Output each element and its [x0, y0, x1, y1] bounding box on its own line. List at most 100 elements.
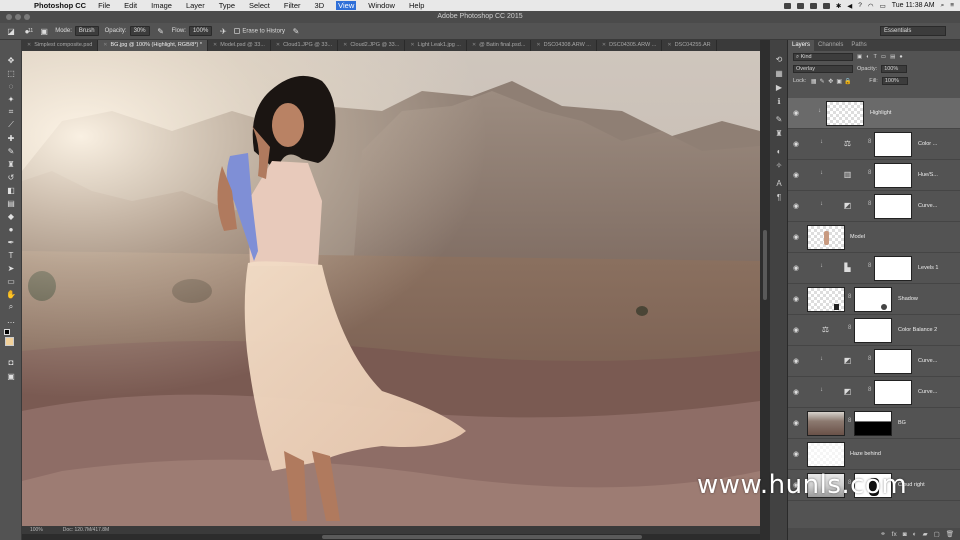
styles-panel-icon[interactable]: ✧	[774, 160, 784, 170]
link-chain-icon[interactable]: 8	[868, 263, 871, 269]
flow-field[interactable]: 100%	[188, 26, 213, 36]
vertical-scrollbar[interactable]	[760, 40, 770, 540]
crop-tool-icon[interactable]: ⌗	[5, 106, 17, 118]
stamp-tool-icon[interactable]: ♜	[5, 158, 17, 170]
layer-mask-thumbnail[interactable]	[854, 287, 892, 312]
brush-panel-toggle-icon[interactable]: ▣	[39, 26, 49, 36]
history-brush-tool-icon[interactable]: ↺	[5, 171, 17, 183]
layer-mask-thumbnail[interactable]	[874, 132, 912, 157]
filter-pixel-icon[interactable]: ▣	[857, 54, 862, 60]
opacity-field[interactable]: 30%	[129, 26, 150, 36]
close-icon[interactable]: ✕	[276, 40, 280, 51]
actions-panel-icon[interactable]: ▶	[774, 82, 784, 92]
hand-tool-icon[interactable]: ✋	[5, 288, 17, 300]
filter-toggle-icon[interactable]: ●	[899, 54, 902, 60]
info-panel-icon[interactable]: ℹ	[774, 96, 784, 106]
doc-tab[interactable]: ✕ DSC04305.ARW ...	[597, 40, 663, 51]
more-tools-icon[interactable]: ⋯	[5, 316, 17, 328]
lock-image-icon[interactable]: ✎	[819, 78, 826, 85]
layer-name[interactable]: Curve...	[918, 358, 937, 364]
close-icon[interactable]: ✕	[536, 40, 540, 51]
visibility-eye-icon[interactable]: ◉	[793, 419, 799, 427]
add-mask-icon[interactable]: ◙	[903, 531, 907, 538]
layer-name[interactable]: Color Balance 2	[898, 327, 937, 333]
app-menu[interactable]: Photoshop CC	[34, 1, 86, 10]
doc-tab[interactable]: ✕ Light Leak1.jpg ...	[405, 40, 467, 51]
eraser-tool-icon[interactable]: ◧	[5, 184, 17, 196]
status-icon[interactable]	[809, 2, 817, 9]
link-layers-icon[interactable]: ⚭	[880, 530, 885, 538]
wifi-icon[interactable]: ◠	[868, 2, 874, 10]
quick-mask-icon[interactable]: ◘	[5, 356, 17, 368]
new-adjustment-icon[interactable]: ◐	[913, 531, 917, 538]
visibility-eye-icon[interactable]: ◉	[793, 450, 799, 458]
layer-row[interactable]: ◉ ⚖ 8 Color Balance 2	[788, 315, 960, 346]
layer-row[interactable]: ◉ ↓ Highlight	[788, 98, 960, 129]
tab-layers[interactable]: Layers	[788, 40, 815, 51]
lasso-tool-icon[interactable]: ◌	[5, 80, 17, 92]
menu-select[interactable]: Select	[247, 1, 272, 10]
link-chain-icon[interactable]: 8	[868, 356, 871, 362]
window-controls[interactable]	[6, 14, 30, 20]
status-icon[interactable]	[796, 2, 804, 9]
character-panel-icon[interactable]: A	[774, 178, 784, 188]
close-icon[interactable]: ✕	[343, 40, 347, 51]
filter-kind-select[interactable]: ⌕ Kind	[793, 53, 853, 61]
bluetooth-icon[interactable]: ✱	[836, 2, 841, 10]
airbrush-icon[interactable]: ✈	[218, 26, 228, 36]
layer-row[interactable]: ◉ ↓ ◩ 8 Curve...	[788, 346, 960, 377]
tab-channels[interactable]: Channels	[814, 40, 847, 51]
link-chain-icon[interactable]: 8	[868, 201, 871, 207]
menu-file[interactable]: File	[96, 1, 112, 10]
blend-mode-select[interactable]: Overlay	[793, 65, 853, 73]
layer-row[interactable]: ◉ ↓ ◩ 8 Curve...	[788, 191, 960, 222]
layer-row[interactable]: ◉ 8 Shadow	[788, 284, 960, 315]
layer-mask-thumbnail[interactable]	[874, 349, 912, 374]
menu-help[interactable]: Help	[407, 1, 426, 10]
lock-position-icon[interactable]: ✥	[827, 78, 834, 85]
link-chain-icon[interactable]: 8	[868, 139, 871, 145]
healing-tool-icon[interactable]: ✚	[5, 132, 17, 144]
visibility-eye-icon[interactable]: ◉	[793, 202, 799, 210]
quick-select-tool-icon[interactable]: ✦	[5, 93, 17, 105]
clone-source-icon[interactable]: ♜	[774, 128, 784, 138]
layer-row[interactable]: ◉ 8 BG	[788, 408, 960, 439]
layer-name[interactable]: Shadow	[898, 296, 918, 302]
layer-name[interactable]: Color ...	[918, 141, 937, 147]
visibility-eye-icon[interactable]: ◉	[793, 233, 799, 241]
gradient-tool-icon[interactable]: ▤	[5, 197, 17, 209]
path-select-tool-icon[interactable]: ➤	[5, 262, 17, 274]
link-chain-icon[interactable]: 8	[868, 170, 871, 176]
status-icon[interactable]	[783, 2, 791, 9]
layer-name[interactable]: Model	[850, 234, 865, 240]
doc-tab[interactable]: ✕ Cloud1.JPG @ 33...	[271, 40, 339, 51]
history-panel-icon[interactable]: ⟲	[774, 54, 784, 64]
close-icon[interactable]: ✕	[472, 40, 476, 51]
opacity-field[interactable]: 100%	[881, 65, 908, 73]
layer-row[interactable]: ◉ ↓ ▙ 8 Levels 1	[788, 253, 960, 284]
layer-name[interactable]: Haze behind	[850, 451, 881, 457]
properties-panel-icon[interactable]: ▦	[774, 68, 784, 78]
doc-size[interactable]: Doc: 120.7M/417.8M	[63, 527, 109, 533]
adjustments-panel-icon[interactable]: ◐	[774, 146, 784, 156]
link-chain-icon[interactable]: 8	[848, 418, 851, 424]
delete-layer-icon[interactable]: 🗑	[946, 530, 954, 538]
lock-all-icon[interactable]: 🔒	[844, 78, 851, 85]
foreground-color-swatch[interactable]	[5, 337, 14, 346]
doc-tab[interactable]: ✕ Model.psd @ 33...	[208, 40, 271, 51]
new-layer-icon[interactable]: ▢	[934, 530, 940, 538]
pressure-size-icon[interactable]: ✎	[291, 26, 301, 36]
layer-style-icon[interactable]: fx	[892, 531, 897, 538]
layer-mask-thumbnail[interactable]	[874, 256, 912, 281]
menu-edit[interactable]: Edit	[122, 1, 139, 10]
screen-mode-icon[interactable]: ▣	[5, 370, 17, 382]
layer-row[interactable]: ◉ ↓ ▥ 8 Hue/S...	[788, 160, 960, 191]
filter-adjustment-icon[interactable]: ◐	[866, 54, 869, 60]
eraser-tool-preset-icon[interactable]: ◪	[6, 26, 16, 36]
document-canvas[interactable]	[22, 51, 760, 526]
doc-tab-active[interactable]: ✕ BG.jpg @ 100% (Highlight, RGB/8*) *	[98, 40, 208, 51]
spotlight-icon[interactable]: ⌕	[941, 2, 945, 10]
visibility-eye-icon[interactable]: ◉	[793, 357, 799, 365]
paragraph-panel-icon[interactable]: ¶	[774, 192, 784, 202]
eyedropper-tool-icon[interactable]: ⟋	[5, 119, 17, 131]
